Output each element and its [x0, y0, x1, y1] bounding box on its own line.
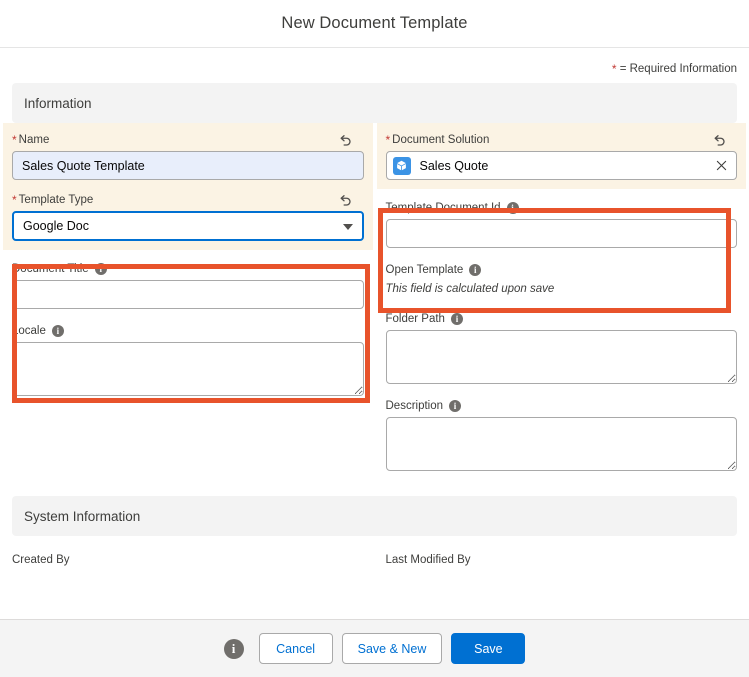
- field-label-row-document-title: Document Title i: [12, 261, 364, 277]
- field-label-row-document-solution: * Document Solution: [386, 132, 738, 148]
- field-folder-path: Folder Path i: [385, 300, 738, 387]
- field-label-template-document-id: Template Document Id: [385, 202, 501, 214]
- field-label-row-locale: Locale i: [12, 323, 364, 339]
- field-locale: Locale i: [12, 312, 364, 399]
- close-icon: [716, 160, 726, 171]
- field-template-type: * Template Type Google Doc: [12, 183, 364, 244]
- template-type-selected-value: Google Doc: [23, 219, 90, 233]
- undo-icon: [714, 134, 725, 146]
- section-title-system-information: System Information: [24, 508, 141, 524]
- save-button[interactable]: Save: [451, 633, 526, 664]
- save-and-new-button[interactable]: Save & New: [341, 633, 443, 664]
- folder-path-textarea[interactable]: [385, 330, 737, 384]
- field-document-solution: * Document Solution Sales Quote: [385, 123, 738, 183]
- field-label-row-template-type: * Template Type: [12, 192, 364, 208]
- modal-body: * = Required Information Information * N…: [0, 49, 749, 619]
- undo-icon: [340, 134, 351, 146]
- template-document-id-input[interactable]: [385, 219, 737, 248]
- required-legend-asterisk: *: [611, 62, 617, 76]
- description-textarea[interactable]: [385, 417, 737, 471]
- info-icon[interactable]: i: [450, 313, 463, 325]
- undo-icon: [340, 194, 351, 206]
- template-type-combobox[interactable]: Google Doc: [12, 211, 364, 241]
- section-title-information: Information: [24, 95, 92, 111]
- page-title: New Document Template: [281, 14, 468, 32]
- field-label-name: Name: [18, 134, 50, 146]
- field-label-row-open-template: Open Template i: [386, 262, 738, 278]
- information-form-grid: * Name *: [0, 123, 749, 474]
- field-label-row-template-document-id: Template Document Id i: [386, 200, 738, 216]
- required-fields-group-right: * Document Solution Sales Quote: [376, 123, 746, 189]
- required-asterisk-name: *: [12, 133, 17, 147]
- form-column-right: * Document Solution Sales Quote Template…: [375, 123, 746, 474]
- field-label-locale: Locale: [12, 325, 46, 337]
- field-template-document-id: Template Document Id i: [385, 189, 738, 251]
- revert-template-type-button[interactable]: [337, 191, 355, 209]
- field-name: * Name: [12, 123, 364, 183]
- field-label-row-name: * Name: [12, 132, 364, 148]
- revert-document-solution-button[interactable]: [710, 131, 728, 149]
- form-column-left: * Name *: [3, 123, 375, 474]
- name-input[interactable]: [12, 151, 364, 180]
- field-description: Description i: [385, 387, 738, 474]
- section-header-information[interactable]: Information: [12, 83, 737, 123]
- field-open-template: Open Template i This field is calculated…: [386, 251, 738, 300]
- info-icon[interactable]: i: [94, 263, 107, 275]
- new-document-template-modal: New Document Template * = Required Infor…: [0, 0, 749, 677]
- info-icon[interactable]: i: [506, 202, 519, 214]
- document-title-input[interactable]: [12, 280, 364, 309]
- required-asterisk-template-type: *: [12, 193, 17, 207]
- section-header-system-information[interactable]: System Information: [12, 496, 737, 536]
- footer-info-icon[interactable]: i: [223, 638, 244, 659]
- field-label-row-folder-path: Folder Path i: [386, 311, 738, 327]
- field-document-title: Document Title i: [12, 250, 364, 312]
- document-solution-lookup[interactable]: Sales Quote: [385, 151, 737, 180]
- info-icon[interactable]: i: [449, 400, 462, 412]
- system-information-column-right: Last Modified By: [375, 554, 738, 566]
- field-label-description: Description: [385, 400, 444, 412]
- cancel-button[interactable]: Cancel: [258, 633, 333, 664]
- info-icon[interactable]: i: [469, 264, 482, 276]
- system-information-column-left: Created By: [12, 554, 375, 566]
- modal-footer: i Cancel Save & New Save: [0, 619, 749, 677]
- field-label-last-modified-by: Last Modified By: [385, 554, 471, 566]
- field-label-created-by: Created By: [12, 554, 70, 566]
- locale-textarea[interactable]: [12, 342, 364, 396]
- field-label-document-solution: Document Solution: [392, 134, 490, 146]
- chevron-down-icon: [342, 224, 353, 230]
- clear-document-solution-button[interactable]: [714, 159, 728, 173]
- cube-icon: [392, 156, 411, 175]
- document-solution-value: Sales Quote: [419, 158, 489, 173]
- field-label-template-type: Template Type: [18, 194, 94, 206]
- required-asterisk-document-solution: *: [385, 133, 391, 147]
- open-template-calculated-note: This field is calculated upon save: [385, 283, 555, 295]
- required-information-legend: * = Required Information: [0, 49, 749, 83]
- required-legend-text: = Required Information: [619, 63, 737, 75]
- info-icon[interactable]: i: [51, 325, 64, 337]
- system-information-grid: Created By Last Modified By: [0, 536, 749, 566]
- required-fields-group-left: * Name *: [3, 123, 373, 250]
- field-label-open-template: Open Template: [385, 264, 464, 276]
- field-label-row-description: Description i: [386, 398, 738, 414]
- revert-name-button[interactable]: [337, 131, 355, 149]
- modal-header: New Document Template: [0, 0, 749, 48]
- field-label-document-title: Document Title: [12, 263, 89, 275]
- cube-icon-glyph: [397, 160, 406, 171]
- field-label-folder-path: Folder Path: [385, 313, 445, 325]
